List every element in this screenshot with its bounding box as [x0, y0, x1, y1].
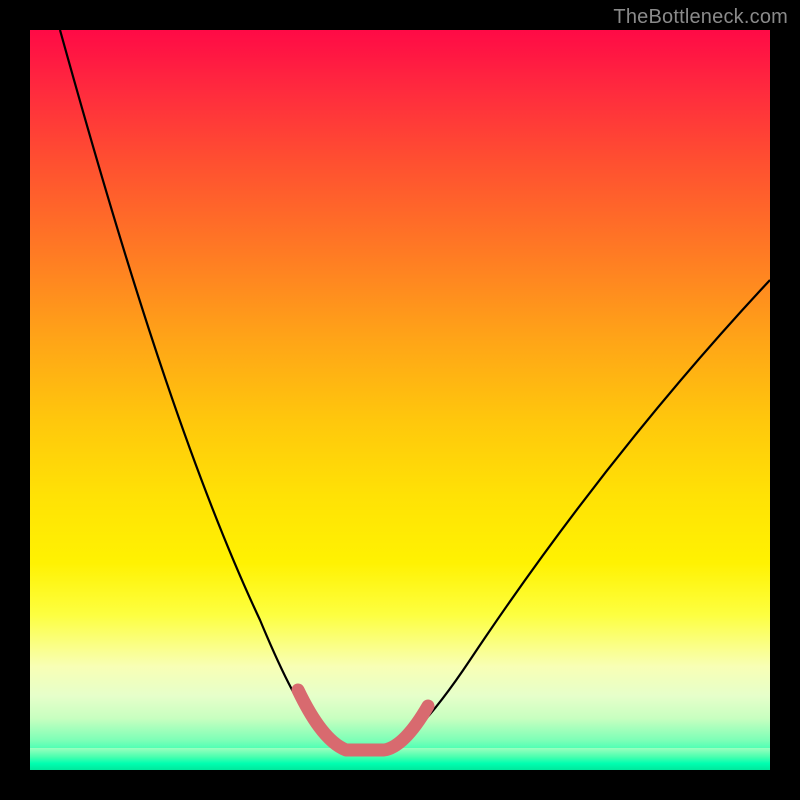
- plot-area: [30, 30, 770, 770]
- chart-frame: TheBottleneck.com: [0, 0, 800, 800]
- bottleneck-curve-left: [60, 30, 346, 750]
- watermark-text: TheBottleneck.com: [613, 6, 788, 29]
- curve-layer: [30, 30, 770, 770]
- bottleneck-minimum-highlight: [298, 690, 428, 750]
- bottleneck-curve-right: [384, 280, 770, 750]
